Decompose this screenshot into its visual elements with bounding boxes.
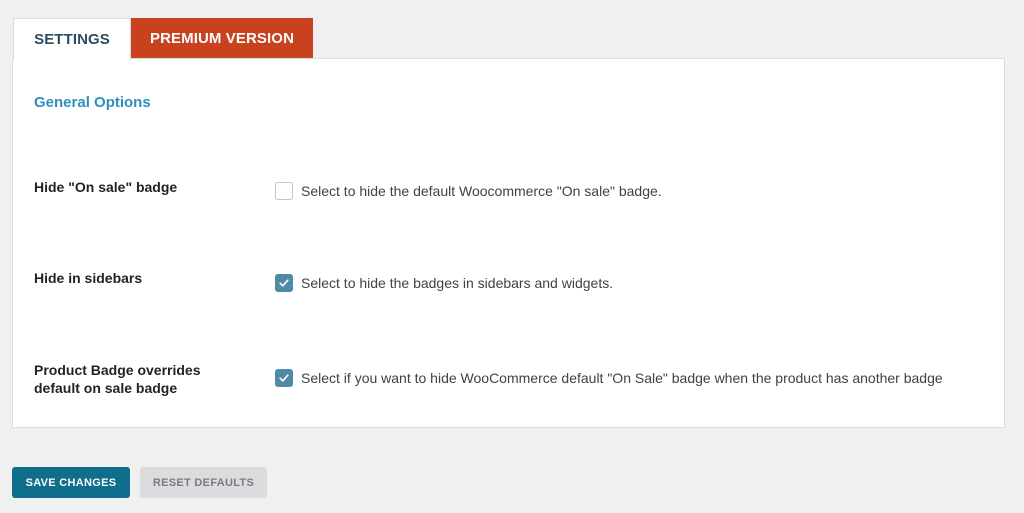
option-description: Select to hide the badges in sidebars an…	[301, 275, 614, 291]
option-description: Select to hide the default Woocommerce "…	[301, 183, 662, 199]
option-control-hide-on-sale: Select to hide the default Woocommerce "…	[275, 182, 662, 200]
checkmark-icon	[279, 279, 289, 287]
section-title: General Options	[34, 94, 151, 111]
tab-settings[interactable]: SETTINGS	[13, 18, 131, 60]
hide-in-sidebars-checkbox[interactable]	[275, 274, 293, 292]
reset-defaults-button[interactable]: RESET DEFAULTS	[140, 467, 267, 498]
option-label-hide-in-sidebars: Hide in sidebars	[34, 270, 143, 286]
settings-panel: General Options Hide "On sale" badge Sel…	[12, 58, 1005, 428]
option-control-hide-in-sidebars: Select to hide the badges in sidebars an…	[275, 274, 613, 292]
option-label-badge-overrides: Product Badge overrides default on sale …	[34, 361, 244, 397]
option-description: Select if you want to hide WooCommerce d…	[301, 370, 943, 386]
option-label-hide-on-sale: Hide "On sale" badge	[34, 179, 178, 195]
save-changes-button[interactable]: SAVE CHANGES	[12, 467, 130, 498]
badge-overrides-checkbox[interactable]	[275, 369, 293, 387]
option-label-line: Product Badge overrides	[34, 362, 201, 378]
tab-bar: SETTINGS PREMIUM VERSION	[13, 18, 313, 60]
tab-premium-version[interactable]: PREMIUM VERSION	[131, 18, 313, 59]
option-control-badge-overrides: Select if you want to hide WooCommerce d…	[275, 369, 943, 387]
option-label-line: default on sale badge	[34, 380, 178, 396]
hide-on-sale-checkbox[interactable]	[275, 182, 293, 200]
checkmark-icon	[279, 374, 289, 382]
